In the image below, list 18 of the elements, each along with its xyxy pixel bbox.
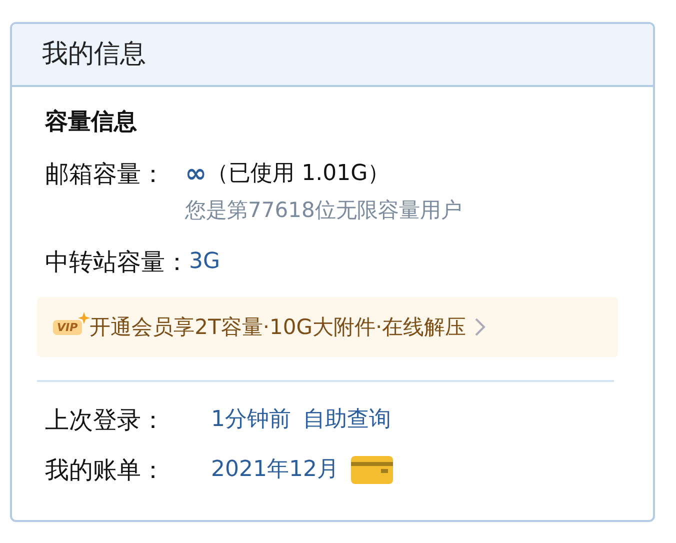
field-label: 上次登录：: [45, 408, 166, 432]
star-icon: [78, 312, 90, 324]
chevron-right-icon: [474, 317, 486, 337]
field-value: （已使用 1.01G）: [206, 163, 390, 185]
field-value: 1分钟前: [211, 409, 291, 431]
field-label: 我的账单：: [45, 458, 166, 482]
usage-note: 您是第77618位无限容量用户: [185, 200, 462, 220]
field-label: 邮箱容量：: [45, 162, 166, 186]
field-label: 中转站容量：: [45, 250, 189, 274]
field-value: 2021年12月: [211, 459, 339, 481]
self-service-link[interactable]: 自助查询: [303, 409, 391, 431]
infinity-icon: ∞: [185, 161, 207, 187]
card-icon[interactable]: [350, 456, 393, 484]
section-title: 容量信息: [45, 108, 137, 137]
promo-text: 开通会员享2T容量·10G大附件·在线解压: [90, 316, 466, 338]
field-value: 3G: [189, 251, 220, 273]
card-title: 我的信息: [42, 38, 146, 71]
vip-banner[interactable]: VIP 开通会员享2T容量·10G大附件·在线解压: [37, 297, 618, 357]
